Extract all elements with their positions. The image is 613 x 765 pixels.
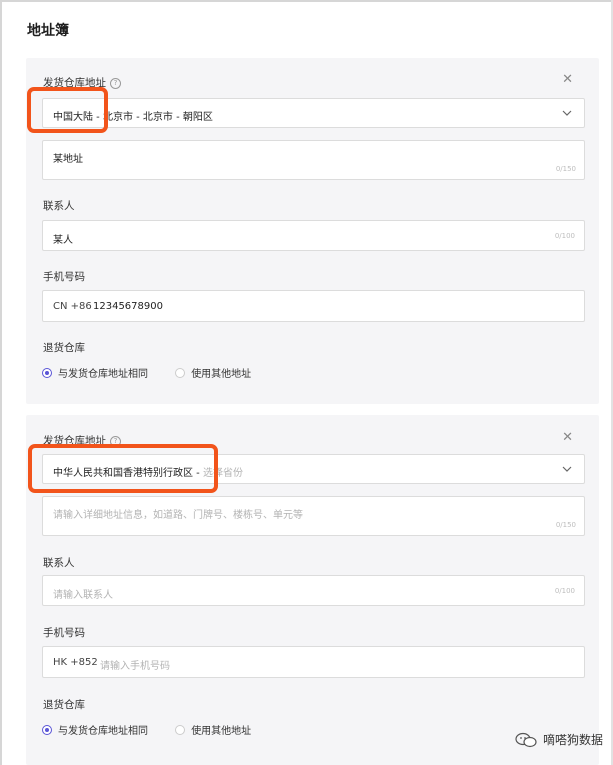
watermark: 嘀嗒狗数据 (515, 731, 603, 748)
region-select[interactable]: 中国大陆 - 北京市 - 北京市 - 朝阳区 (42, 98, 585, 128)
wechat-icon (515, 732, 537, 747)
address-card-1: 发货仓库地址? ✕ 中国大陆 - 北京市 - 北京市 - 朝阳区 某地址 0/1… (26, 58, 599, 404)
highlight-box-region-2 (28, 444, 218, 493)
radio-same-as-warehouse[interactable]: 与发货仓库地址相同 (42, 365, 148, 380)
close-icon[interactable]: ✕ (562, 430, 573, 445)
return-warehouse-label: 退货仓库 (43, 699, 85, 711)
return-warehouse-label: 退货仓库 (43, 342, 85, 354)
chevron-down-icon (562, 110, 572, 116)
chevron-down-icon (562, 466, 572, 472)
page-title: 地址簿 (27, 23, 69, 39)
contact-char-counter: 0/100 (554, 232, 575, 240)
address-char-counter: 0/150 (555, 165, 576, 173)
phone-input[interactable]: CN +86 12345678900 (42, 290, 585, 322)
phone-country-code[interactable]: HK +852 (53, 657, 98, 668)
contact-placeholder: 请输入联系人 (53, 590, 113, 601)
radio-same-label: 与发货仓库地址相同 (58, 726, 148, 737)
radio-other-label: 使用其他地址 (191, 726, 252, 737)
radio-dot (175, 724, 186, 735)
window-top-border (0, 0, 613, 2)
address-detail-textarea[interactable]: 请输入详细地址信息，如道路、门牌号、楼栋号、单元等 0/150 (42, 496, 585, 536)
phone-value: 12345678900 (93, 301, 163, 312)
phone-label: 手机号码 (43, 627, 85, 639)
contact-char-counter: 0/100 (554, 587, 575, 595)
radio-other-label: 使用其他地址 (191, 369, 252, 380)
help-icon[interactable]: ? (110, 78, 121, 89)
radio-dot-selected (42, 367, 52, 378)
return-warehouse-radio-group: 与发货仓库地址相同 使用其他地址 (42, 722, 275, 738)
close-icon[interactable]: ✕ (562, 72, 573, 87)
address-char-counter: 0/150 (555, 521, 576, 529)
contact-input[interactable]: 某人 0/100 (42, 220, 585, 251)
radio-dot-selected (42, 724, 52, 735)
contact-value: 某人 (53, 235, 73, 246)
address-detail-value: 某地址 (53, 154, 83, 165)
phone-placeholder: 请输入手机号码 (100, 661, 170, 672)
address-detail-placeholder: 请输入详细地址信息，如道路、门牌号、楼栋号、单元等 (53, 510, 303, 521)
radio-use-other-address[interactable]: 使用其他地址 (175, 722, 251, 737)
contact-label: 联系人 (43, 557, 75, 569)
address-detail-textarea[interactable]: 某地址 0/150 (42, 140, 585, 180)
highlight-box-region-1 (27, 87, 108, 133)
radio-use-other-address[interactable]: 使用其他地址 (175, 365, 251, 380)
phone-country-code[interactable]: CN +86 (53, 301, 92, 312)
window-left-border (0, 0, 2, 765)
radio-same-as-warehouse[interactable]: 与发货仓库地址相同 (42, 722, 148, 737)
contact-input[interactable]: 请输入联系人 0/100 (42, 575, 585, 606)
watermark-text: 嘀嗒狗数据 (542, 733, 603, 747)
phone-input[interactable]: HK +852 请输入手机号码 (42, 646, 585, 678)
radio-dot (175, 367, 186, 378)
return-warehouse-radio-group: 与发货仓库地址相同 使用其他地址 (42, 365, 275, 381)
contact-label: 联系人 (43, 200, 75, 212)
radio-same-label: 与发货仓库地址相同 (58, 369, 148, 380)
phone-label: 手机号码 (43, 271, 85, 283)
